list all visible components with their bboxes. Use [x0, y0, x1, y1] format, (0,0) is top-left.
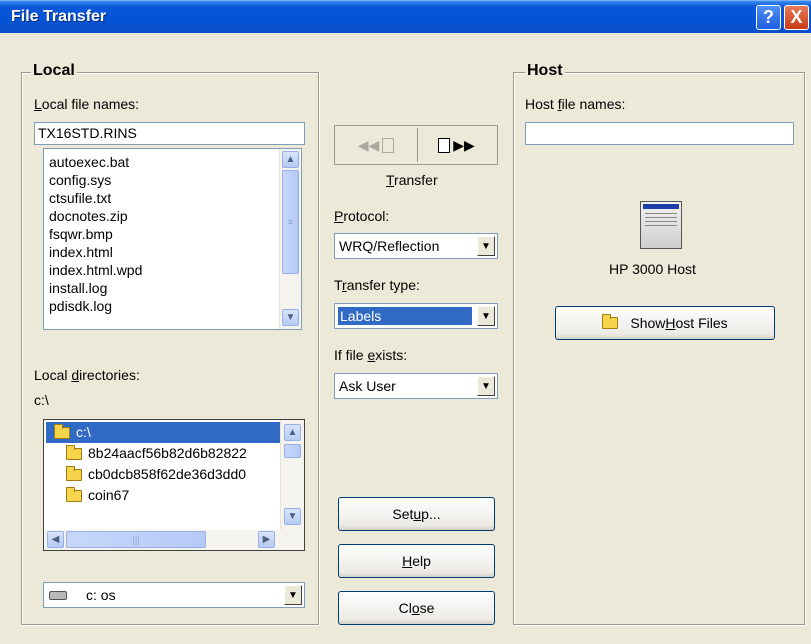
- local-directories-label: Local directories:: [34, 367, 140, 383]
- directory-name: 8b24aacf56b82d6b82822: [88, 445, 247, 461]
- transfer-buttons: ◀◀ ▶▶: [334, 125, 498, 165]
- directory-item[interactable]: cb0dcb858f62de36d3dd0: [46, 464, 280, 485]
- folder-icon: [66, 486, 82, 502]
- document-icon: [382, 137, 395, 153]
- directory-name: c:\: [76, 424, 91, 440]
- host-icon-bar: [643, 204, 679, 209]
- list-item[interactable]: docnotes.zip: [44, 207, 278, 225]
- if-file-exists-select[interactable]: Ask User ▼: [334, 373, 498, 399]
- scroll-thumb[interactable]: ≡: [282, 170, 299, 274]
- local-files-scrollbar[interactable]: ▲ ≡ ▼: [279, 149, 301, 329]
- folder-icon: [602, 314, 619, 329]
- protocol-value: WRQ/Reflection: [339, 238, 440, 254]
- help-button[interactable]: Help: [338, 544, 495, 578]
- local-file-name-input[interactable]: TX16STD.RINS: [34, 122, 305, 145]
- transfer-type-label: Transfer type:: [334, 277, 420, 293]
- current-directory: c:\: [34, 392, 49, 408]
- host-file-names-label: Host file names:: [525, 96, 626, 112]
- close-icon: X: [790, 7, 803, 27]
- folder-icon: [66, 444, 82, 460]
- transfer-label: Transfer: [386, 172, 438, 188]
- host-group: [513, 72, 805, 625]
- host-name: HP 3000 Host: [609, 261, 696, 277]
- document-icon: [438, 137, 451, 153]
- protocol-label: Protocol:: [334, 208, 390, 224]
- host-file-name-input[interactable]: [525, 122, 794, 145]
- scroll-right-icon[interactable]: ▶: [258, 531, 275, 548]
- list-item[interactable]: config.sys: [44, 171, 278, 189]
- folder-icon: [66, 465, 82, 481]
- list-item[interactable]: index.html: [44, 243, 278, 261]
- help-title-button[interactable]: ?: [756, 5, 781, 30]
- drive-icon: [49, 591, 67, 600]
- protocol-select[interactable]: WRQ/Reflection ▼: [334, 233, 498, 259]
- scroll-up-icon[interactable]: ▲: [282, 151, 299, 168]
- scroll-down-icon[interactable]: ▼: [282, 309, 299, 326]
- host-group-label: Host: [525, 62, 565, 80]
- scroll-left-icon[interactable]: ◀: [47, 531, 64, 548]
- directory-name: cb0dcb858f62de36d3dd0: [88, 466, 247, 482]
- drive-value: c: os: [86, 587, 116, 603]
- local-directories-list[interactable]: c:\ 8b24aacf56b82d6b82822 cb0dcb858f62de36…: [43, 419, 305, 551]
- title-bar[interactable]: File Transfer ? X: [0, 0, 811, 33]
- list-item[interactable]: pdisdk.log: [44, 297, 278, 315]
- list-item[interactable]: index.html.wpd: [44, 261, 278, 279]
- if-file-exists-label: If file exists:: [334, 347, 408, 363]
- local-group-label: Local: [31, 62, 77, 80]
- if-file-exists-value: Ask User: [339, 378, 396, 394]
- chevron-down-icon[interactable]: ▼: [477, 236, 495, 256]
- chevron-down-icon[interactable]: ▼: [284, 585, 302, 605]
- list-item[interactable]: fsqwr.bmp: [44, 225, 278, 243]
- close-title-button[interactable]: X: [784, 5, 809, 30]
- show-host-files-button[interactable]: Show Host Files: [555, 306, 775, 340]
- window-title: File Transfer: [11, 8, 107, 25]
- local-file-names-label: Local file names:: [34, 96, 140, 112]
- open-folder-icon: [54, 423, 70, 439]
- list-item[interactable]: autoexec.bat: [44, 153, 278, 171]
- setup-button[interactable]: Set u p...: [338, 497, 495, 531]
- directory-name: coin67: [88, 487, 130, 503]
- local-files-list[interactable]: autoexec.bat config.sys ctsufile.txt docnot…: [43, 148, 302, 330]
- close-button[interactable]: Cl o se: [338, 591, 495, 625]
- receive-button[interactable]: ◀◀: [337, 128, 415, 162]
- hscroll-thumb[interactable]: |||: [66, 531, 206, 548]
- scroll-up-icon[interactable]: ▲: [284, 424, 301, 441]
- dirs-hscrollbar[interactable]: ◀ ||| ▶: [44, 530, 304, 550]
- list-item[interactable]: ctsufile.txt: [44, 189, 278, 207]
- scroll-down-icon[interactable]: ▼: [284, 508, 301, 525]
- transfer-type-value: Labels: [337, 306, 473, 326]
- chevron-down-icon[interactable]: ▼: [477, 376, 495, 396]
- send-button[interactable]: ▶▶: [417, 128, 495, 162]
- scroll-thumb[interactable]: [284, 444, 301, 458]
- directory-item[interactable]: 8b24aacf56b82d6b82822: [46, 443, 280, 464]
- host-computer-icon: [640, 201, 682, 249]
- dirs-vscrollbar[interactable]: ▲ ▼: [280, 420, 304, 530]
- help-icon: ?: [763, 7, 774, 27]
- chevron-down-icon[interactable]: ▼: [477, 306, 495, 326]
- transfer-type-select[interactable]: Labels ▼: [334, 303, 498, 329]
- receive-arrows-icon: ◀◀: [357, 136, 380, 153]
- drive-select[interactable]: c: os ▼: [43, 582, 305, 608]
- directory-item[interactable]: coin67: [46, 485, 280, 506]
- send-arrows-icon: ▶▶: [453, 136, 475, 153]
- list-item[interactable]: install.log: [44, 279, 278, 297]
- directory-item[interactable]: c:\: [46, 422, 280, 443]
